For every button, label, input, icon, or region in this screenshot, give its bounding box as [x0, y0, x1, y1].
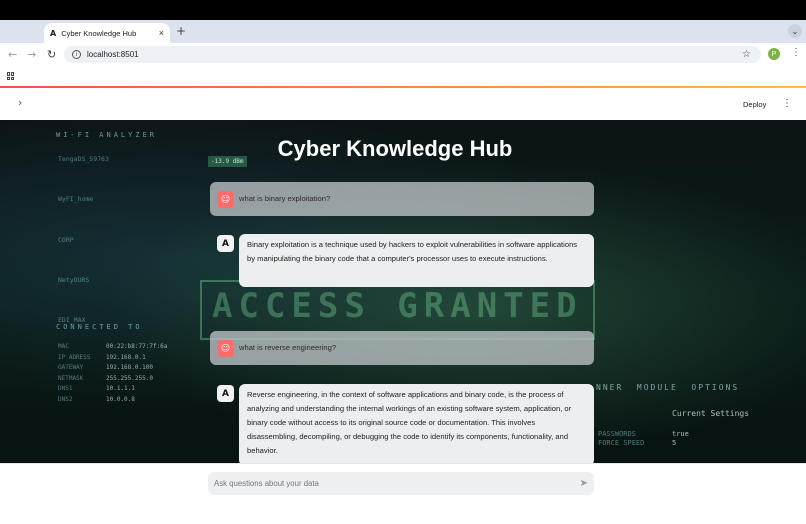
expand-sidebar-icon[interactable]: › — [18, 96, 22, 109]
tab-strip: A Cyber Knowledge Hub × — [0, 20, 806, 43]
window-top-bar — [0, 0, 806, 20]
message-text: Reverse engineering, in the context of s… — [247, 390, 572, 456]
bookmark-star-icon[interactable]: ☆ — [742, 49, 751, 60]
main-content: WI-FI ANALYZER TengaDS_59763 WyFI_home C… — [0, 120, 806, 463]
bg-access-text: ACCESS GRANTED — [212, 286, 583, 326]
chat-input-container: ➤ — [208, 472, 594, 495]
assistant-avatar-icon: A — [217, 235, 234, 252]
message-text: what is binary exploitation? — [239, 193, 331, 203]
send-icon[interactable]: ➤ — [580, 478, 588, 489]
chat-input-area: ➤ — [0, 463, 806, 524]
browser-tab[interactable]: A Cyber Knowledge Hub × — [44, 23, 170, 43]
bg-connected-values: 00:22:b8:77:7f:6a 192.168.0.1 192.168.0.… — [106, 343, 168, 403]
bg-settings-values: true 5 — [672, 430, 689, 448]
site-info-icon[interactable]: i — [72, 50, 81, 59]
streamlit-favicon-icon: A — [50, 28, 57, 38]
message-text: Binary exploitation is a technique used … — [247, 240, 578, 264]
bg-connected-labels: MAC IP ADRESS GATEWAY NETMASK DNS1 DNS2 — [58, 343, 91, 403]
url-text: localhost:8501 — [87, 50, 139, 59]
chat-message-assistant: Reverse engineering, in the context of s… — [239, 384, 594, 463]
assistant-avatar-icon: A — [217, 385, 234, 402]
chat-message-assistant: Binary exploitation is a technique used … — [239, 234, 594, 287]
message-text: what is reverse engineering? — [239, 342, 337, 352]
app-menu-icon[interactable]: ⋮ — [782, 98, 792, 109]
tab-title: Cyber Knowledge Hub — [61, 28, 137, 38]
bg-scanner-heading: NNER MODULE OPTIONS — [596, 383, 740, 392]
user-avatar-icon: ☺ — [217, 340, 234, 357]
reload-icon[interactable]: ↻ — [47, 48, 56, 61]
bg-network-list: TengaDS_59763 WyFI_home CORP NetyOURS ED… — [58, 155, 109, 324]
close-tab-icon[interactable]: × — [159, 28, 164, 38]
chat-message-user: what is binary exploitation? — [210, 182, 594, 216]
forward-icon[interactable]: → — [27, 48, 36, 61]
bg-settings-labels: PASSWORDS FORCE SPEED — [598, 430, 645, 448]
bg-current-settings: Current Settings — [672, 409, 750, 418]
divider — [0, 463, 806, 464]
back-icon[interactable]: ← — [8, 48, 17, 61]
address-bar-row: ← → ↻ i localhost:8501 ☆ — [0, 43, 806, 67]
new-tab-icon[interactable]: + — [176, 24, 186, 38]
tab-search-icon[interactable]: ⌄ — [788, 24, 802, 38]
apps-grid-icon[interactable] — [7, 72, 15, 80]
user-avatar-icon: ☺ — [217, 191, 234, 208]
browser-menu-icon[interactable]: ⋮ — [791, 47, 801, 58]
deploy-button[interactable]: Deploy — [743, 100, 766, 109]
app-header: › Deploy ⋮ — [0, 88, 806, 120]
bookmarks-bar — [0, 67, 806, 86]
bg-connected-heading: CONNECTED TO — [56, 323, 143, 331]
url-bar[interactable]: i localhost:8501 ☆ — [64, 46, 761, 63]
profile-avatar[interactable]: P — [768, 48, 780, 60]
chat-input[interactable] — [214, 479, 580, 488]
page-title: Cyber Knowledge Hub — [277, 136, 513, 161]
chat-message-user: what is reverse engineering? — [210, 331, 594, 365]
